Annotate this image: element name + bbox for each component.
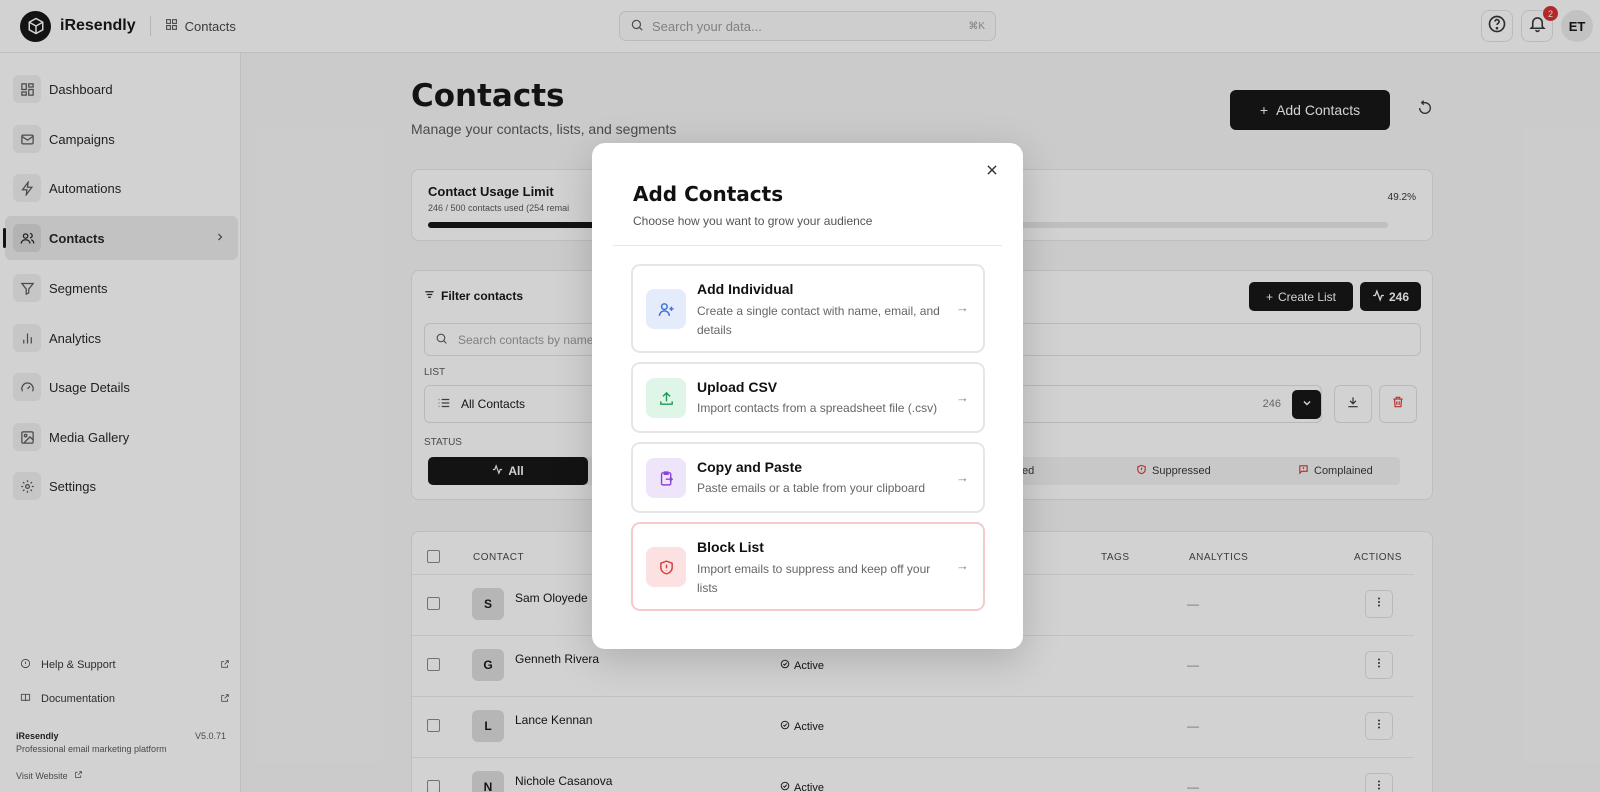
close-button[interactable]: [983, 163, 1001, 181]
add-contacts-modal: Add Contacts Choose how you want to grow…: [592, 143, 1023, 649]
option-title: Upload CSV: [697, 379, 778, 395]
option-title: Add Individual: [697, 281, 794, 297]
clipboard-icon: [646, 458, 686, 498]
arrow-right-icon: →: [956, 390, 969, 405]
upload-icon: [646, 378, 686, 418]
option-description: Import contacts from a spreadsheet file …: [697, 401, 938, 415]
modal-title: Add Contacts: [633, 182, 784, 206]
option-title: Copy and Paste: [697, 459, 803, 475]
option-copy-paste[interactable]: Copy and Paste Paste emails or a table f…: [631, 442, 985, 513]
divider: [613, 245, 1002, 246]
arrow-right-icon: →: [956, 470, 969, 485]
option-block-list[interactable]: Block List Import emails to suppress and…: [631, 522, 985, 611]
user-plus-icon: [646, 289, 686, 329]
option-description: Create a single contact with name, email…: [697, 304, 940, 337]
modal-subtitle: Choose how you want to grow your audienc…: [633, 214, 873, 228]
arrow-right-icon: →: [956, 558, 969, 573]
option-description: Paste emails or a table from your clipbo…: [697, 481, 926, 495]
option-description: Import emails to suppress and keep off y…: [697, 562, 931, 595]
arrow-right-icon: →: [956, 300, 969, 315]
shield-alert-icon: [646, 547, 686, 587]
option-add-individual[interactable]: Add Individual Create a single contact w…: [631, 264, 985, 353]
option-title: Block List: [697, 539, 764, 555]
option-upload-csv[interactable]: Upload CSV Import contacts from a spread…: [631, 362, 985, 433]
close-icon: [985, 163, 999, 182]
